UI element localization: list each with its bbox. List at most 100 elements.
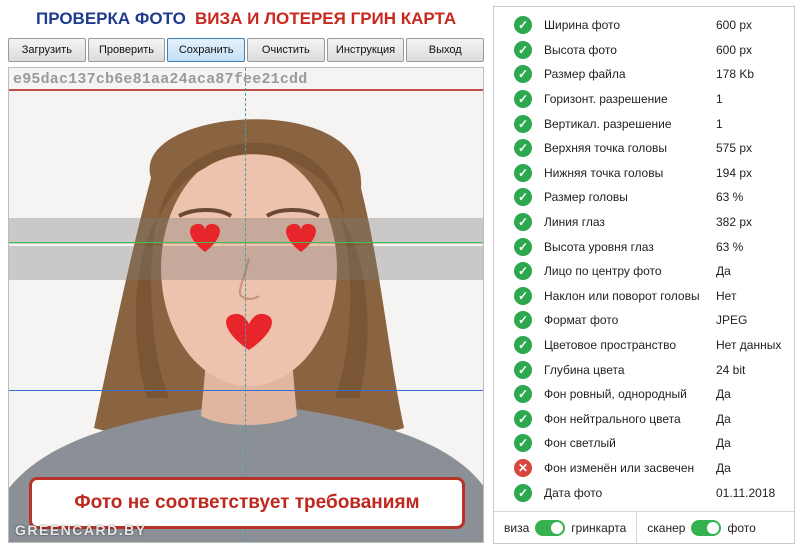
check-label: Горизонт. разрешение bbox=[544, 92, 668, 107]
check-value: Да bbox=[716, 264, 731, 279]
check-row: ✓ Глубина цвета 24 bit bbox=[494, 357, 794, 382]
check-ok-icon: ✓ bbox=[514, 188, 532, 207]
check-label: Фон светлый bbox=[544, 436, 616, 451]
right-eye-heart-marker bbox=[286, 223, 316, 252]
switch-visa-label: виза bbox=[504, 520, 530, 535]
check-row: ✓ Верхняя точка головы 575 px bbox=[494, 136, 794, 161]
check-label: Фон изменён или засвечен bbox=[544, 460, 695, 475]
check-value: 24 bit bbox=[716, 362, 746, 377]
title-photo-check: ПРОВЕРКА ФОТО bbox=[36, 9, 186, 28]
check-value: 63 % bbox=[716, 239, 744, 254]
check-row: ✕ Фон изменён или засвечен Да bbox=[494, 456, 794, 481]
check-ok-icon: ✓ bbox=[514, 311, 532, 330]
left-eye-heart-marker bbox=[190, 223, 220, 252]
toggle-knob bbox=[707, 521, 720, 534]
check-row: ✓ Цветовое пространство Нет данных bbox=[494, 333, 794, 358]
check-row: ✓ Дата фото 01.11.2018 bbox=[494, 480, 794, 505]
check-ok-icon: ✓ bbox=[514, 286, 532, 305]
visa-greencard-toggle[interactable] bbox=[535, 519, 566, 536]
check-label: Высота уровня глаз bbox=[544, 239, 654, 254]
check-value: 600 px bbox=[716, 42, 753, 57]
check-label: Формат фото bbox=[544, 313, 619, 328]
check-label: Размер файла bbox=[544, 67, 626, 82]
check-label: Фон ровный, однородный bbox=[544, 387, 687, 402]
check-row: ✓ Вертикал. разрешение 1 bbox=[494, 111, 794, 136]
check-ok-icon: ✓ bbox=[514, 139, 532, 158]
check-label: Ширина фото bbox=[544, 18, 621, 33]
check-value: Да bbox=[716, 460, 731, 475]
check-label: Дата фото bbox=[544, 485, 603, 500]
check-label: Глубина цвета bbox=[544, 362, 625, 377]
check-value: 382 px bbox=[716, 215, 753, 230]
check-ok-icon: ✓ bbox=[514, 16, 532, 35]
load-button[interactable]: Загрузить bbox=[8, 38, 86, 62]
head-top-line bbox=[9, 89, 483, 91]
check-row: ✓ Горизонт. разрешение 1 bbox=[494, 87, 794, 112]
check-ok-icon: ✓ bbox=[514, 40, 532, 59]
toggle-knob bbox=[551, 521, 564, 534]
chin-line bbox=[9, 390, 483, 391]
check-row: ✓ Фон светлый Да bbox=[494, 431, 794, 456]
check-label: Высота фото bbox=[544, 42, 617, 57]
check-ok-icon: ✓ bbox=[514, 65, 532, 84]
visa-greencard-switch-group: виза гринкарта bbox=[494, 512, 636, 543]
check-row: ✓ Ширина фото 600 px bbox=[494, 13, 794, 38]
title-visa-lottery: ВИЗА И ЛОТЕРЕЯ ГРИН КАРТА bbox=[195, 9, 457, 28]
check-label: Лицо по центру фото bbox=[544, 264, 662, 279]
instructions-button[interactable]: Инструкция bbox=[326, 38, 405, 62]
check-row: ✓ Высота фото 600 px bbox=[494, 38, 794, 63]
app-header: ПРОВЕРКА ФОТО ВИЗА И ЛОТЕРЕЯ ГРИН КАРТА bbox=[0, 9, 484, 31]
check-results-panel: ✓ Ширина фото 600 px ✓ Высота фото 600 px ✓ Раз… bbox=[493, 6, 795, 544]
check-row: ✓ Размер файла 178 Kb bbox=[494, 62, 794, 87]
photo-preview[interactable]: e95dac137cb6e81aa24aca87fee21cdd Фото не… bbox=[8, 67, 484, 543]
check-ok-icon: ✓ bbox=[514, 409, 532, 428]
check-label: Верхняя точка головы bbox=[544, 141, 668, 156]
clear-button[interactable]: Очистить bbox=[247, 38, 325, 62]
check-label: Линия глаз bbox=[544, 215, 605, 230]
check-value: Да bbox=[716, 436, 731, 451]
photo-hash: e95dac137cb6e81aa24aca87fee21cdd bbox=[13, 71, 308, 88]
mode-switches: виза гринкарта сканер фото bbox=[494, 511, 794, 543]
check-ok-icon: ✓ bbox=[514, 483, 532, 502]
exit-button[interactable]: Выход bbox=[406, 38, 485, 62]
save-button[interactable]: Сохранить bbox=[167, 38, 246, 62]
check-ok-icon: ✓ bbox=[514, 90, 532, 109]
check-row: ✓ Формат фото JPEG bbox=[494, 308, 794, 333]
check-ok-icon: ✓ bbox=[514, 434, 532, 453]
switch-scanner-label: сканер bbox=[647, 520, 686, 535]
check-ok-icon: ✓ bbox=[514, 163, 532, 182]
check-row: ✓ Линия глаз 382 px bbox=[494, 210, 794, 235]
check-value: Да bbox=[716, 387, 731, 402]
scanner-photo-switch-group: сканер фото bbox=[636, 512, 766, 543]
check-value: 1 bbox=[716, 92, 723, 107]
check-ok-icon: ✓ bbox=[514, 262, 532, 281]
check-value: Нет bbox=[716, 288, 737, 303]
check-ok-icon: ✓ bbox=[514, 336, 532, 355]
check-button[interactable]: Проверить bbox=[87, 38, 166, 62]
check-ok-icon: ✓ bbox=[514, 385, 532, 404]
watermark-logo: GREENCARD.BY bbox=[15, 522, 147, 538]
check-ok-icon: ✓ bbox=[514, 360, 532, 379]
eye-level-line bbox=[9, 242, 483, 243]
check-ok-icon: ✓ bbox=[514, 114, 532, 133]
check-row: ✓ Высота уровня глаз 63 % bbox=[494, 234, 794, 259]
check-value: 575 px bbox=[716, 141, 753, 156]
check-label: Наклон или поворот головы bbox=[544, 288, 700, 303]
center-line bbox=[245, 68, 246, 542]
check-value: 63 % bbox=[716, 190, 744, 205]
check-value: 178 Kb bbox=[716, 67, 755, 82]
check-label: Фон нейтрального цвета bbox=[544, 411, 681, 426]
check-label: Размер головы bbox=[544, 190, 628, 205]
mouth-heart-marker bbox=[226, 313, 272, 350]
check-value: 600 px bbox=[716, 18, 753, 33]
check-value: 01.11.2018 bbox=[716, 485, 776, 500]
check-ok-icon: ✓ bbox=[514, 237, 532, 256]
check-row: ✓ Фон нейтрального цвета Да bbox=[494, 407, 794, 432]
check-label: Вертикал. разрешение bbox=[544, 116, 672, 131]
scanner-photo-toggle[interactable] bbox=[691, 519, 722, 536]
check-row: ✓ Лицо по центру фото Да bbox=[494, 259, 794, 284]
check-row: ✓ Наклон или поворот головы Нет bbox=[494, 284, 794, 309]
warning-text: Фото не соответствует требованиям bbox=[74, 492, 420, 513]
check-value: JPEG bbox=[716, 313, 748, 328]
check-value: Да bbox=[716, 411, 731, 426]
